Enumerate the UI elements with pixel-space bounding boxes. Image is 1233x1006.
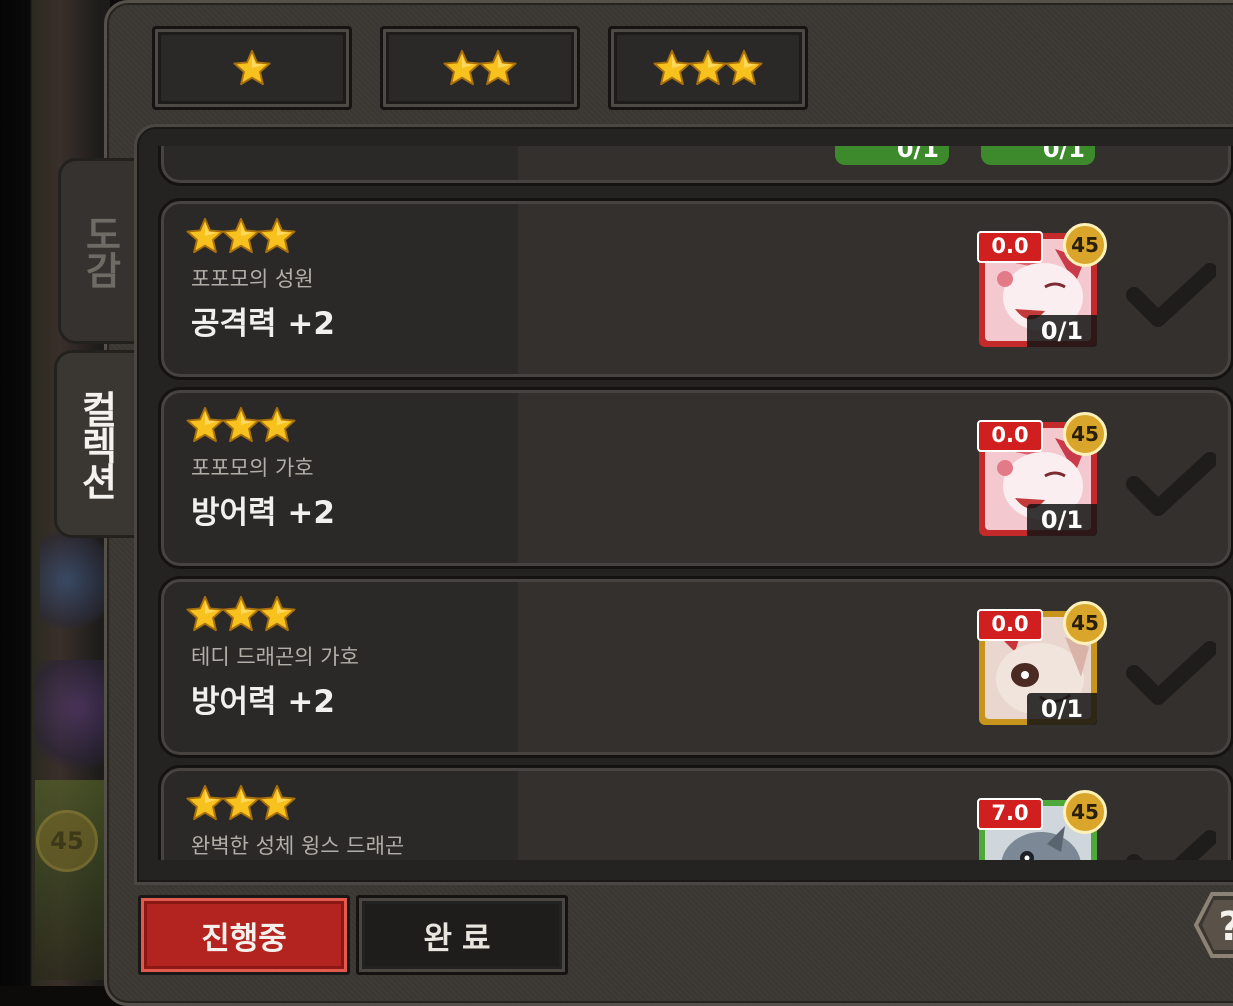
list-item[interactable]: 포포모의 성원 공격력 +2 0.0 45 0/1	[158, 198, 1233, 380]
unit-card[interactable]: 0.0 45 0/1	[977, 412, 1107, 536]
star-icon	[186, 784, 224, 822]
unit-level-badge: 45	[1063, 790, 1107, 834]
star-icon	[186, 217, 224, 255]
star-icon	[258, 595, 296, 633]
collection-source-name: 완벽한 성체 윙스 드래곤	[191, 834, 405, 858]
star-icon	[258, 406, 296, 444]
collection-source-name: 포포모의 성원	[191, 267, 314, 291]
background-decoration	[40, 520, 110, 640]
unit-score: 0.0	[977, 420, 1043, 452]
list-item[interactable]: 0/1 0/1	[158, 146, 1233, 186]
collection-list[interactable]: 0/1 0/1 포포모의 성원 공격력 +2 0.0 45 0/1 포포모의 가…	[158, 146, 1233, 860]
star-icon	[725, 49, 763, 87]
collection-bonus: 방어력 +2	[191, 495, 335, 531]
list-item[interactable]: 포포모의 가호 방어력 +2 0.0 45 0/1	[158, 387, 1233, 569]
unit-level-badge: 45	[1063, 412, 1107, 456]
star-icon	[689, 49, 727, 87]
in-progress-button[interactable]: 진행중	[138, 895, 350, 975]
collection-bonus: 방어력 +2	[191, 684, 335, 720]
unit-score: 0.0	[977, 609, 1043, 641]
unit-count: 0/1	[1042, 146, 1085, 163]
unit-score: 7.0	[977, 798, 1043, 830]
check-icon[interactable]	[1126, 639, 1216, 709]
star-icon	[479, 49, 517, 87]
background-level-badge: 45	[36, 810, 98, 872]
star-icon	[258, 784, 296, 822]
star-icon	[653, 49, 691, 87]
completed-button[interactable]: 완료	[356, 895, 568, 975]
collection-source-name: 테디 드래곤의 가호	[191, 645, 359, 669]
star-icon	[443, 49, 481, 87]
star-icon	[222, 595, 260, 633]
filter-1-star-button[interactable]	[152, 26, 352, 110]
star-icon	[222, 784, 260, 822]
rarity-stars	[187, 784, 295, 822]
help-icon[interactable]: ?	[1192, 890, 1233, 960]
star-icon	[222, 406, 260, 444]
check-icon[interactable]	[1126, 261, 1216, 331]
rarity-stars	[187, 406, 295, 444]
rarity-stars	[187, 217, 295, 255]
list-item[interactable]: 테디 드래곤의 가호 방어력 +2 0.0 45 0/1	[158, 576, 1233, 758]
tab-collection[interactable]: 컬렉션	[54, 350, 135, 538]
unit-count: 0/1	[1027, 315, 1097, 347]
unit-frame: 0/1	[835, 146, 949, 165]
filter-3-star-button[interactable]	[608, 26, 808, 110]
unit-card[interactable]: 0.0 45 0/1	[977, 601, 1107, 725]
star-icon	[186, 595, 224, 633]
background-decoration	[35, 660, 110, 780]
collection-source-name: 포포모의 가호	[191, 456, 314, 480]
star-icon	[186, 406, 224, 444]
help-label: ?	[1218, 904, 1233, 950]
collection-bonus: 공격력 +2	[191, 306, 335, 342]
filter-2-star-button[interactable]	[380, 26, 580, 110]
unit-count: 0/1	[1027, 693, 1097, 725]
unit-score: 0.0	[977, 231, 1043, 263]
tab-collection-label: 컬렉션	[74, 390, 118, 498]
unit-card[interactable]: 7.0 45	[977, 790, 1107, 860]
unit-frame: 0/1	[981, 146, 1095, 165]
star-icon	[222, 217, 260, 255]
unit-count: 0/1	[896, 146, 939, 163]
star-icon	[258, 217, 296, 255]
unit-count: 0/1	[1027, 504, 1097, 536]
unit-level-badge: 45	[1063, 601, 1107, 645]
tab-encyclopedia-label: 도감	[78, 215, 122, 287]
unit-level-badge: 45	[1063, 223, 1107, 267]
unit-card[interactable]: 0.0 45 0/1	[977, 223, 1107, 347]
list-item[interactable]: 완벽한 성체 윙스 드래곤 7.0 45	[158, 765, 1233, 860]
rarity-stars	[187, 595, 295, 633]
star-icon	[233, 49, 271, 87]
tab-encyclopedia[interactable]: 도감	[58, 158, 139, 344]
check-icon[interactable]	[1126, 450, 1216, 520]
check-icon[interactable]	[1126, 828, 1216, 860]
